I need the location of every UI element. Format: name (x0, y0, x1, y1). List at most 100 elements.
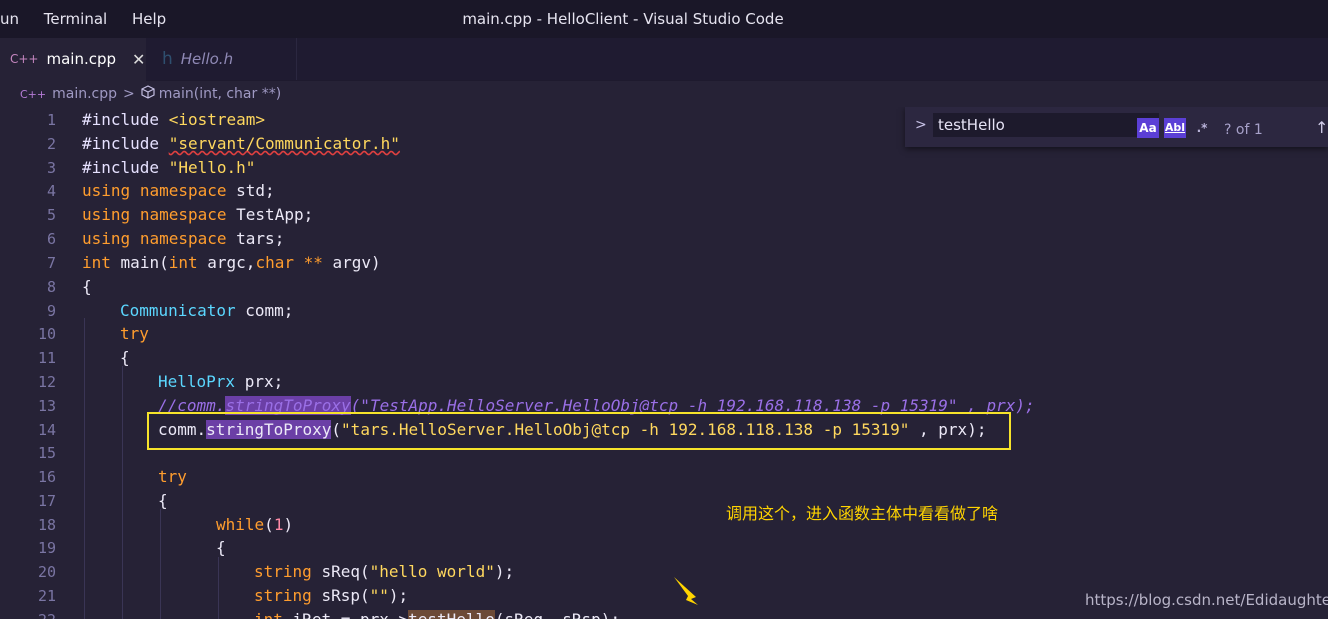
line-number: 6 (46, 230, 56, 248)
close-icon[interactable]: ✕ (132, 50, 145, 69)
code-token: string (254, 562, 312, 581)
code-token: argc, (207, 253, 256, 272)
line-number: 1 (46, 111, 56, 129)
line-number: 22 (0, 611, 56, 619)
code-token: ( (264, 515, 274, 534)
code-token: int (82, 253, 111, 272)
line-number: 2 (46, 135, 56, 153)
code-editor[interactable]: 1 2 3 4 5 6 7 8 9 10 11 12 13 14 15 16 1… (0, 107, 1328, 619)
code-token: while (216, 515, 265, 534)
code-line: using namespace tars; (82, 229, 284, 248)
tab-bar: C++ main.cpp ✕ h Hello.h (0, 38, 1328, 81)
indent-guide (84, 318, 85, 619)
code-token: int (254, 610, 283, 619)
code-line: int iRet = prx->testHello(sReq, sRsp); (254, 610, 620, 619)
line-number: 17 (37, 492, 56, 510)
code-token: "hello world" (369, 562, 495, 581)
code-token: tars; (236, 229, 285, 248)
chevron-right-icon[interactable]: > (915, 117, 927, 133)
code-token: argv) (332, 253, 381, 272)
code-token: TestApp; (236, 205, 314, 224)
code-token: 1 (273, 515, 284, 534)
code-token: "servant/Communicator.h" (168, 134, 400, 153)
match-case-button[interactable]: Aa (1137, 118, 1159, 138)
cpp-file-icon: C++ (20, 87, 47, 101)
code-token: HelloPrx (158, 372, 236, 391)
code-token: namespace (139, 229, 227, 248)
line-number: 4 (46, 182, 56, 200)
code-token: using (82, 205, 131, 224)
code-token: std; (236, 181, 275, 200)
code-token: sRsp( (321, 586, 370, 605)
indent-guide (218, 557, 219, 619)
line-number: 18 (37, 516, 56, 534)
code-token: ) (283, 515, 294, 534)
line-number: 8 (46, 278, 56, 296)
code-line: try (158, 467, 187, 486)
code-line: { (120, 348, 130, 367)
code-line: { (158, 491, 168, 510)
breadcrumb-symbol[interactable]: main(int, char **) (159, 86, 281, 102)
line-number: 20 (37, 563, 56, 581)
line-number: 13 (37, 397, 56, 415)
code-token: using (82, 229, 131, 248)
code-token: testHello (408, 610, 495, 619)
annotation-text: 调用这个，进入函数主体中看看做了啥 (726, 504, 999, 523)
line-number: 12 (37, 373, 56, 391)
code-token: ** (303, 253, 323, 272)
code-token: using (82, 181, 131, 200)
title-bar: un Terminal Help main.cpp - HelloClient … (0, 0, 1328, 38)
annotation-highlight-box (147, 412, 1011, 450)
code-token: sReq( (321, 562, 370, 581)
regex-button[interactable]: .* (1191, 118, 1213, 138)
code-token: <iostream> (168, 110, 266, 129)
line-number: 3 (46, 159, 56, 177)
breadcrumb-file[interactable]: main.cpp (52, 86, 117, 102)
code-token: prx; (244, 372, 284, 391)
indent-guide (160, 509, 161, 619)
cube-icon (141, 85, 155, 103)
find-input[interactable]: testHello (933, 113, 1159, 137)
arrow-icon (674, 577, 698, 605)
line-number: 11 (37, 349, 56, 367)
code-line: while(1) (216, 515, 293, 534)
tab-main-cpp[interactable]: C++ main.cpp ✕ (0, 38, 146, 81)
code-line: #include <iostream> (82, 110, 265, 129)
chevron-right-icon: > (123, 86, 135, 102)
match-count: ? of 1 (1224, 122, 1263, 138)
code-line: { (216, 538, 226, 557)
cpp-file-icon: C++ (10, 52, 39, 66)
code-line: int main(int argc,char ** argv) (82, 253, 381, 272)
tab-label: Hello.h (180, 50, 234, 68)
code-token: namespace (139, 205, 227, 224)
watermark: https://blog.csdn.net/Edidaughter (1085, 591, 1328, 609)
code-token: char (255, 253, 294, 272)
tab-hello-h[interactable]: h Hello.h (146, 38, 297, 80)
line-number: 5 (46, 206, 56, 224)
code-line: try (120, 324, 149, 343)
code-token: #include (82, 158, 160, 177)
previous-match-icon[interactable]: ↑ (1315, 118, 1328, 137)
code-token: "" (369, 586, 389, 605)
line-number: 15 (37, 444, 56, 462)
line-number: 14 (37, 421, 56, 439)
code-token: "Hello.h" (168, 158, 256, 177)
code-line: using namespace std; (82, 181, 275, 200)
line-number: 9 (46, 302, 56, 320)
line-number: 7 (46, 254, 56, 272)
breadcrumb: C++ main.cpp > main(int, char **) (0, 81, 1328, 107)
code-line: using namespace TestApp; (82, 205, 313, 224)
code-token: #include (82, 134, 160, 153)
line-number: 21 (37, 587, 56, 605)
line-number: 10 (37, 325, 56, 343)
code-line: string sReq("hello world"); (254, 562, 514, 581)
find-widget: > testHello Aa Abl .* ? of 1 ↑ (905, 107, 1328, 147)
code-token: int (168, 253, 198, 272)
code-token: Communicator (120, 301, 236, 320)
tab-label: main.cpp (46, 50, 117, 68)
code-line: #include "servant/Communicator.h" (82, 134, 400, 153)
code-token: main( (120, 253, 169, 272)
code-line: #include "Hello.h" (82, 158, 255, 177)
line-number: 19 (37, 539, 56, 557)
match-whole-word-button[interactable]: Abl (1164, 118, 1186, 138)
